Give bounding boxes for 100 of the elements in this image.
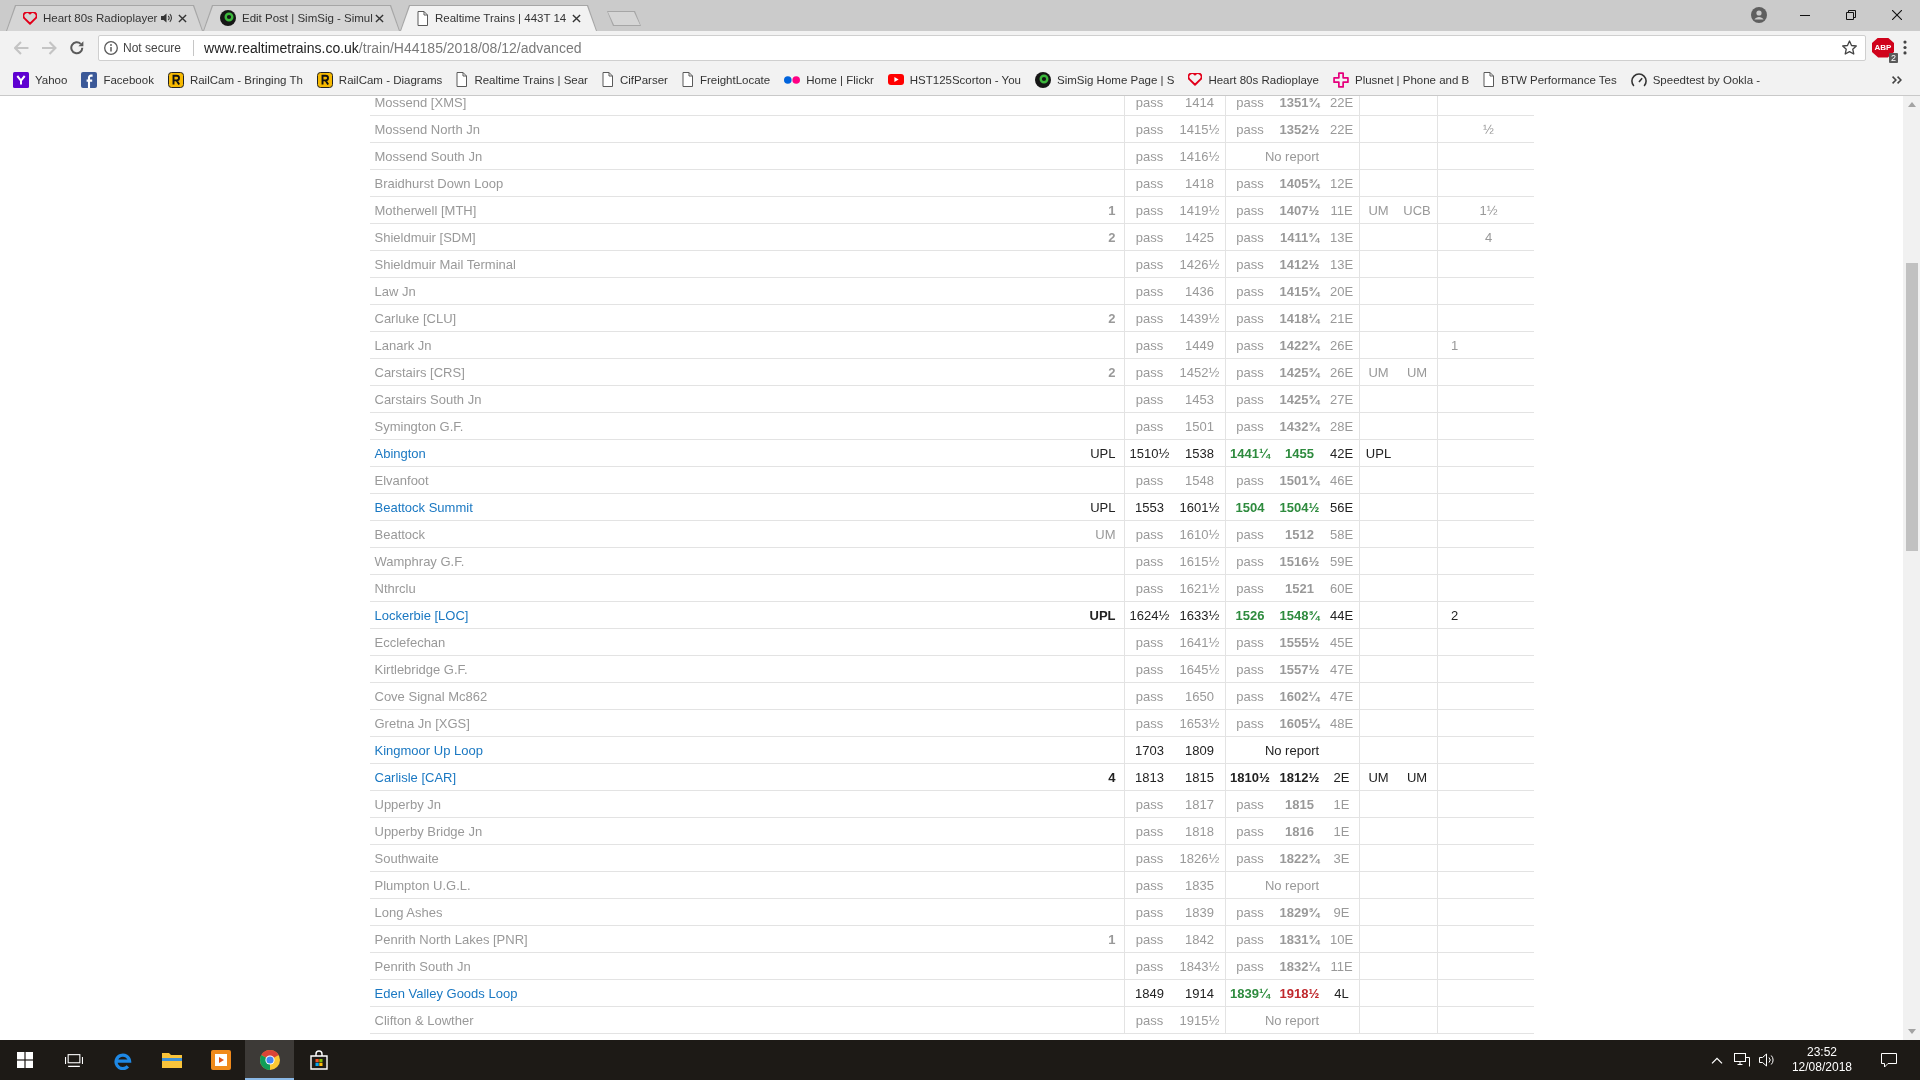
close-icon[interactable] xyxy=(572,13,581,23)
table-cell-text: 1½ xyxy=(1478,201,1499,220)
address-field[interactable]: Not secure www.realtimetrains.co.uk/train/H44185/2018/08/12/advanced xyxy=(98,34,1866,61)
table-cell-text: 1831¾ xyxy=(1278,930,1321,949)
bookmark-link[interactable]: FreightLocate xyxy=(674,67,778,92)
location-link[interactable]: Carlisle [CAR] xyxy=(374,769,457,785)
table-cell-text: 59E xyxy=(1328,552,1355,571)
table-cell: pass xyxy=(1224,818,1275,844)
location-name: Clifton & Lowther xyxy=(374,1012,474,1028)
table-cell: pass xyxy=(1123,953,1175,979)
table-cell-text: 1915½ xyxy=(1178,1011,1221,1030)
location-link[interactable]: Abington xyxy=(374,445,426,461)
table-cell-text: 2 xyxy=(1107,363,1117,382)
bookmark-link[interactable]: Heart 80s Radioplaye xyxy=(1181,67,1326,92)
bookmark-link[interactable]: BTW Performance Tes xyxy=(1476,67,1624,92)
location-link[interactable]: Eden Valley Goods Loop xyxy=(374,985,518,1001)
location-name: Mossend North Jn xyxy=(374,121,480,137)
youtube-icon xyxy=(887,74,904,85)
table-cell: pass xyxy=(1224,332,1275,358)
bookmark-link[interactable]: Facebook xyxy=(74,67,161,92)
bookmark-link[interactable]: RailCam - Bringing Th xyxy=(160,67,310,92)
table-cell-text: 1415¾ xyxy=(1278,282,1321,301)
browser-tab[interactable]: Realtime Trains | 443T 14 xyxy=(400,5,597,31)
notification-icon[interactable] xyxy=(1881,1052,1897,1068)
clock-date[interactable]: 12/08/2018 xyxy=(1791,1060,1852,1075)
table-cell-text: 1809 xyxy=(1184,741,1215,760)
folder-icon[interactable] xyxy=(161,1052,182,1068)
table-cell: 1810½ xyxy=(1224,764,1275,790)
table-cell: pass xyxy=(1123,656,1175,682)
table-cell: UM xyxy=(1358,197,1398,223)
scrollbar[interactable] xyxy=(1903,96,1920,1040)
scrollbar-thumb[interactable] xyxy=(1905,263,1918,551)
store-icon[interactable] xyxy=(308,1050,329,1070)
chevrons-icon[interactable] xyxy=(1892,75,1902,84)
table-cell-text: UPL xyxy=(1088,606,1117,625)
windows-icon[interactable] xyxy=(16,1052,33,1068)
media-player-icon[interactable] xyxy=(210,1050,231,1070)
table-cell-text: 1548¾ xyxy=(1278,606,1321,625)
table-cell: pass xyxy=(1224,96,1275,115)
table-cell-text: 1843½ xyxy=(1178,957,1221,976)
bookmark-link[interactable]: Realtime Trains | Sear xyxy=(449,67,595,92)
star-icon[interactable] xyxy=(1842,40,1857,55)
browser-tab[interactable]: Heart 80s Radioplayer xyxy=(6,5,203,31)
table-cell-text: UPL xyxy=(1089,444,1117,463)
table-cell-text: 28E xyxy=(1328,417,1355,436)
table-cell-text: 1621½ xyxy=(1178,579,1221,598)
table-cell-text: 1501¾ xyxy=(1278,471,1321,490)
table-cell-text: UPL xyxy=(1089,498,1117,517)
clock-time[interactable]: 23:52 xyxy=(1806,1045,1837,1060)
gauge-icon xyxy=(1630,72,1647,87)
reload-icon[interactable] xyxy=(70,40,84,55)
security-indicator[interactable]: Not secure xyxy=(104,37,188,58)
volume-icon[interactable] xyxy=(1759,1053,1776,1067)
table-cell-text: 56E xyxy=(1328,498,1355,517)
chrome-icon[interactable] xyxy=(259,1050,280,1070)
table-cell: pass xyxy=(1123,845,1175,871)
profile-icon[interactable] xyxy=(1751,7,1767,23)
bookmark-link[interactable]: Speedtest by Ookla - xyxy=(1623,67,1768,92)
table-cell-text: 1645½ xyxy=(1178,660,1221,679)
task-view-icon[interactable] xyxy=(64,1052,83,1068)
bookmark-link[interactable]: CifParser xyxy=(594,67,675,92)
table-cell: pass xyxy=(1224,305,1275,331)
bookmark-link[interactable]: SimSig Home Page | S xyxy=(1028,67,1182,92)
location-name: Carluke [CLU] xyxy=(374,310,457,326)
table-cell: pass xyxy=(1123,359,1175,385)
table-cell-text: 1918½ xyxy=(1278,984,1321,1003)
table-cell: 1526 xyxy=(1224,602,1275,628)
table-cell-text: 47E xyxy=(1328,660,1355,679)
url-text[interactable]: www.realtimetrains.co.uk/train/H44185/2018/08/12/advanced xyxy=(204,39,582,56)
bookmark-link[interactable]: Yahoo xyxy=(6,67,75,92)
location-name: Penrith South Jn xyxy=(374,958,471,974)
cross-outline-icon xyxy=(1333,71,1349,88)
close-icon[interactable] xyxy=(375,13,384,23)
bookmark-link[interactable]: HST125Scorton - You xyxy=(880,67,1028,92)
close-icon[interactable] xyxy=(178,13,187,23)
table-cell-text: 1538 xyxy=(1184,444,1215,463)
taskbar-button[interactable] xyxy=(245,1040,294,1080)
table-cell-text: 1455 xyxy=(1284,444,1315,463)
minimize-icon[interactable] xyxy=(1800,14,1810,16)
restore-icon[interactable] xyxy=(1846,10,1856,20)
menu-icon[interactable] xyxy=(1903,40,1907,55)
table-cell: pass xyxy=(1123,926,1175,952)
table-cell: pass xyxy=(1224,899,1275,925)
location-name: Cove Signal Mc862 xyxy=(374,688,488,704)
location-link[interactable]: Kingmoor Up Loop xyxy=(374,742,483,758)
bookmark-link[interactable]: Plusnet | Phone and B xyxy=(1326,67,1477,92)
location-name: Long Ashes xyxy=(374,904,443,920)
close-icon[interactable] xyxy=(1892,10,1902,20)
location-link[interactable]: Lockerbie [LOC] xyxy=(374,607,469,623)
table-cell-text: 4L xyxy=(1333,984,1350,1003)
network-icon[interactable] xyxy=(1734,1053,1751,1067)
bookmark-link[interactable]: RailCam - Diagrams xyxy=(309,67,450,92)
location-name: Penrith North Lakes [PNR] xyxy=(374,931,528,947)
table-cell: UM xyxy=(1358,359,1398,385)
browser-tab[interactable]: Edit Post | SimSig - Simul xyxy=(203,5,400,31)
edge-icon[interactable] xyxy=(112,1050,133,1070)
table-cell: pass xyxy=(1224,926,1275,952)
location-link[interactable]: Beattock Summit xyxy=(374,499,473,515)
chevron-up-icon[interactable] xyxy=(1711,1056,1724,1064)
bookmark-link[interactable]: Home | Flickr xyxy=(777,67,881,92)
